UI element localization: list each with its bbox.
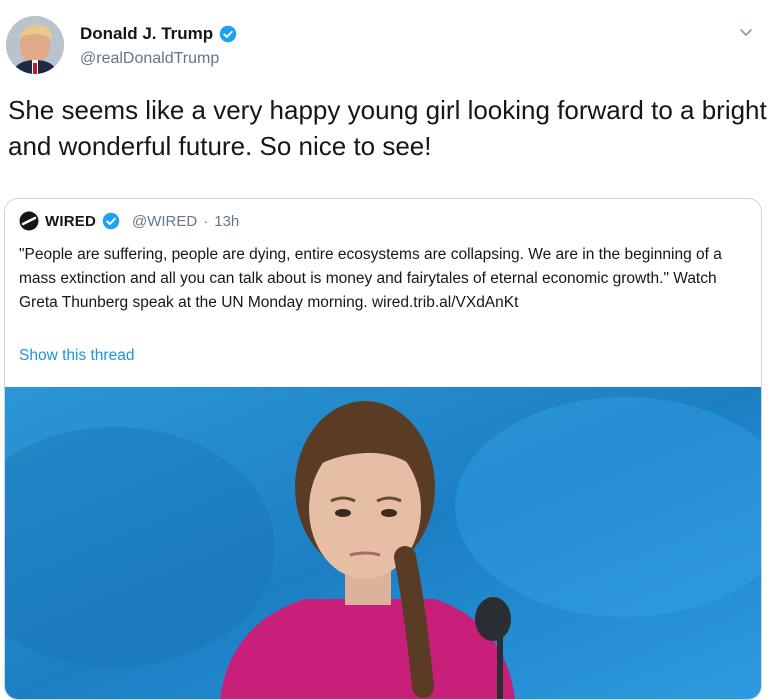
author-name[interactable]: Donald J. Trump: [80, 24, 213, 44]
timestamp[interactable]: 13h: [214, 213, 239, 230]
show-thread-link[interactable]: Show this thread: [19, 347, 134, 365]
media-image: [5, 387, 761, 699]
tweet: Donald J. Trump @realDonaldTrump She see…: [0, 0, 777, 700]
wired-logo-icon: [19, 211, 39, 231]
chevron-down-icon[interactable]: [738, 24, 754, 40]
verified-badge-icon: [219, 25, 237, 43]
verified-badge-icon: [102, 212, 120, 230]
quoted-tweet-card[interactable]: WIRED @WIRED · 13h "People are suffering…: [4, 198, 762, 700]
quoted-tweet-media[interactable]: [5, 387, 761, 699]
quoted-tweet-header: WIRED @WIRED · 13h: [19, 211, 239, 231]
separator: ·: [203, 212, 209, 230]
author-handle[interactable]: @realDonaldTrump: [80, 50, 219, 68]
quoted-author-handle[interactable]: @WIRED: [132, 213, 197, 230]
avatar[interactable]: [6, 16, 64, 74]
quoted-tweet-text: "People are suffering, people are dying,…: [19, 246, 722, 311]
tweet-text: She seems like a very happy young girl l…: [8, 95, 767, 161]
quoted-author-name[interactable]: WIRED: [45, 213, 96, 230]
avatar-image: [6, 16, 64, 74]
author-name-row[interactable]: Donald J. Trump: [80, 24, 237, 44]
